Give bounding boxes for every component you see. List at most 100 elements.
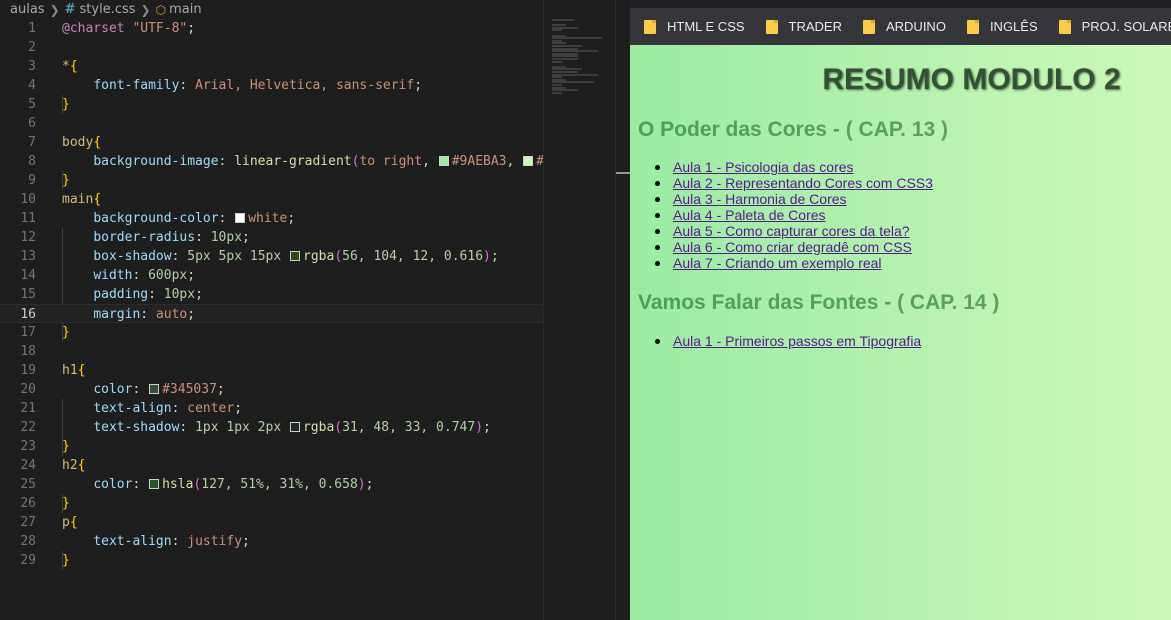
lesson-link[interactable]: Aula 4 - Paleta de Cores — [673, 207, 826, 223]
folder-icon — [1058, 19, 1071, 34]
line-number: 5 — [28, 97, 36, 112]
code-line[interactable]: 17} — [0, 323, 543, 342]
code-line[interactable]: 10 main{ — [0, 190, 543, 209]
color-swatch[interactable] — [523, 156, 534, 166]
code-line[interactable]: 15 padding: 10px; — [0, 285, 543, 304]
code-line[interactable]: 5} — [0, 95, 543, 114]
code-line[interactable]: 27 p{ — [0, 513, 543, 532]
code-line[interactable]: 2 — [0, 38, 543, 57]
line-number: 26 — [20, 496, 36, 511]
code-line[interactable]: 25 color: hsla(127, 51%, 31%, 0.658); — [0, 475, 543, 494]
code-token: : — [171, 534, 188, 549]
color-swatch[interactable] — [235, 213, 246, 223]
editor-scrollbar[interactable] — [615, 0, 631, 620]
code-line[interactable]: 23} — [0, 437, 543, 456]
code-token: : — [171, 401, 188, 416]
minimap[interactable] — [543, 0, 616, 620]
color-swatch[interactable] — [149, 384, 160, 394]
lesson-link[interactable]: Aula 1 - Primeiros passos em Tipografia — [673, 333, 921, 349]
code-line[interactable]: 26} — [0, 494, 543, 513]
code-line[interactable]: 13 box-shadow: 5px 5px 15px rgba(56, 104… — [0, 247, 543, 266]
code-token: { — [77, 458, 86, 473]
code-token: : — [195, 230, 211, 245]
code-token: ; — [195, 287, 203, 302]
code-area[interactable]: 1 @charset "UTF-8"; 2 3 *{4 font-family: Ari… — [0, 19, 543, 620]
list-item: Aula 3 - Harmonia de Cores — [655, 191, 933, 207]
chevron-right-icon: ❯ — [140, 2, 151, 17]
code-line[interactable]: 22 text-shadow: 1px 1px 2px rgba(31, 48,… — [0, 418, 543, 437]
code-token: 1px 1px 2px — [195, 420, 289, 435]
code-token: : — [132, 477, 149, 492]
code-token: ; — [365, 477, 374, 492]
code-line[interactable]: 14 width: 600px; — [0, 266, 543, 285]
code-line[interactable]: 1 @charset "UTF-8"; — [0, 19, 543, 38]
code-token: } — [62, 496, 70, 511]
list-item: Aula 1 - Psicologia das cores — [655, 159, 933, 175]
code-line[interactable]: 20 color: #345037; — [0, 380, 543, 399]
minimap-line — [552, 29, 562, 32]
code-token: } — [62, 325, 70, 340]
code-line[interactable]: 11 background-color: white; — [0, 209, 543, 228]
code-token: ; — [187, 21, 196, 36]
code-token: color — [93, 382, 133, 397]
code-token: : — [218, 154, 235, 169]
breadcrumb-file[interactable]: style.css — [80, 2, 136, 17]
bookmark-folder[interactable]: INGLÊS — [966, 19, 1038, 34]
code-line[interactable]: 6 — [0, 114, 543, 133]
list-item: Aula 5 - Como capturar cores da tela? — [655, 223, 933, 239]
breadcrumb-symbol[interactable]: main — [169, 2, 201, 17]
lesson-link[interactable]: Aula 1 - Psicologia das cores — [673, 159, 854, 175]
lesson-link[interactable]: Aula 5 - Como capturar cores da tela? — [673, 223, 910, 239]
code-token: : — [179, 78, 196, 93]
scrollbar-marker — [616, 172, 630, 174]
lesson-link[interactable]: Aula 2 - Representando Cores com CSS3 — [673, 175, 933, 191]
code-token: } — [62, 439, 70, 454]
bookmark-folder[interactable]: PROJ. SOLARES — [1058, 19, 1171, 34]
code-line[interactable]: 28 text-align: justify; — [0, 532, 543, 551]
color-swatch[interactable] — [438, 156, 449, 166]
code-token: padding — [93, 287, 149, 302]
bookmark-folder[interactable]: HTML E CSS — [644, 19, 745, 34]
code-token: { — [69, 515, 78, 530]
code-line[interactable]: 29} — [0, 551, 543, 570]
folder-icon — [765, 19, 778, 34]
code-line[interactable]: 12 border-radius: 10px; — [0, 228, 543, 247]
line-number: 20 — [20, 382, 36, 397]
code-line[interactable]: 18 — [0, 342, 543, 361]
line-number: 11 — [20, 211, 36, 226]
lesson-link[interactable]: Aula 7 - Criando um exemplo real — [673, 255, 882, 271]
code-token: #9AEBA3 — [451, 154, 507, 169]
code-line[interactable]: 16 margin: auto; — [0, 304, 543, 323]
code-line[interactable]: 8 background-image: linear-gradient(to r… — [0, 152, 543, 171]
line-number: 19 — [20, 363, 36, 378]
line-number: 24 — [20, 458, 36, 473]
code-line[interactable]: 7 body{ — [0, 133, 543, 152]
color-swatch[interactable] — [290, 251, 300, 261]
breadcrumb-folder[interactable]: aulas — [10, 2, 45, 17]
code-token: text-align — [93, 534, 172, 549]
line-number: 29 — [20, 553, 36, 568]
bookmark-label: HTML E CSS — [667, 19, 745, 34]
code-text: h2{ — [62, 456, 85, 475]
code-token: rgba — [303, 249, 335, 264]
code-token: border-radius — [93, 230, 196, 245]
bookmark-folder[interactable]: ARDUINO — [862, 19, 946, 34]
lesson-link[interactable]: Aula 6 - Como criar degradê com CSS — [673, 239, 912, 255]
line-number: 8 — [28, 154, 36, 169]
code-line[interactable]: 4 font-family: Arial, Helvetica, sans-se… — [0, 76, 543, 95]
line-number: 27 — [20, 515, 36, 530]
code-line[interactable]: 3 *{ — [0, 57, 543, 76]
line-number: 17 — [20, 325, 36, 340]
code-line[interactable]: 21 text-align: center; — [0, 399, 543, 418]
bookmark-folder[interactable]: TRADER — [765, 19, 842, 34]
color-swatch[interactable] — [149, 479, 160, 489]
code-line[interactable]: 19 h1{ — [0, 361, 543, 380]
line-number: 15 — [20, 287, 36, 302]
code-line[interactable]: 24 h2{ — [0, 456, 543, 475]
code-token: width — [93, 268, 133, 283]
lesson-link[interactable]: Aula 3 - Harmonia de Cores — [673, 191, 847, 207]
code-token: ) — [475, 420, 484, 435]
color-swatch[interactable] — [289, 422, 300, 432]
code-line[interactable]: 9} — [0, 171, 543, 190]
